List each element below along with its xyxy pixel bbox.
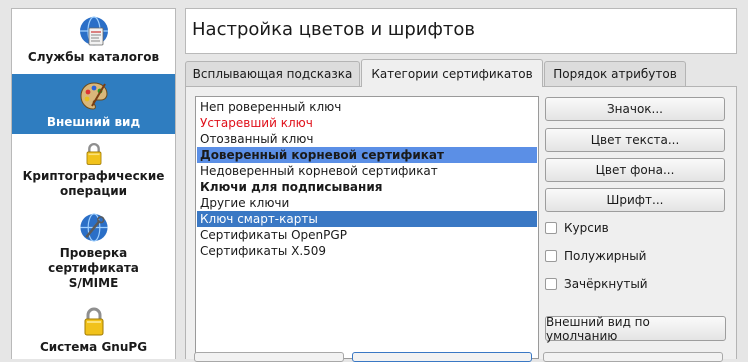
sidebar-item-label: Система GnuPG [39,340,148,354]
list-item[interactable]: Ключ смарт-карты [197,211,537,227]
tab-label: Категории сертификатов [371,66,533,81]
list-item[interactable]: Другие ключи [197,195,537,211]
certificate-check-icon [79,213,108,242]
palette-icon [79,82,108,110]
button-label: Цвет фона... [595,163,675,177]
category-list[interactable]: Неп роверенный ключ Устаревший ключ Отоз… [195,96,539,359]
lock-icon [86,143,101,165]
list-item[interactable]: Отозванный ключ [197,131,537,147]
list-item[interactable]: Неп роверенный ключ [197,99,537,115]
tab-label: Порядок атрибутов [553,67,677,81]
checkbox-label: Курсив [564,221,609,235]
button-label: Шрифт... [606,193,664,207]
checkbox-box[interactable] [545,250,557,262]
tab-certificate-categories[interactable]: Категории сертификатов [361,59,543,87]
page-title: Настройка цветов и шрифтов [192,19,475,40]
list-item[interactable]: Устаревший ключ [197,115,537,131]
bottom-button-stub[interactable] [194,352,344,362]
bold-checkbox[interactable]: Полужирный [545,248,646,264]
sidebar-item-label: Внешний вид [46,115,141,129]
sidebar: Службы каталогов Внешний вид Криптографи… [11,8,176,359]
sidebar-item-smime-check[interactable]: Проверка сертификата S/MIME [12,206,175,291]
bottom-button-stub[interactable] [543,352,723,362]
sidebar-item-gnupg[interactable]: Система GnuPG [12,299,175,359]
bottom-button-stub[interactable] [352,352,532,362]
tab-tooltip[interactable]: Всплывающая подсказка [185,61,360,86]
tab-label: Всплывающая подсказка [192,67,353,81]
checkbox-box[interactable] [545,278,557,290]
sidebar-item-crypto[interactable]: Криптографические операции [12,135,175,199]
list-item[interactable]: Недоверенный корневой сертификат [197,163,537,179]
list-item[interactable]: Сертификаты OpenPGP [197,227,537,243]
button-label: Внешний вид по умолчанию [546,314,650,343]
strikethrough-checkbox[interactable]: Зачёркнутый [545,276,648,292]
sidebar-item-label: Службы каталогов [27,50,160,64]
sidebar-item-appearance[interactable]: Внешний вид [12,74,175,134]
sidebar-item-directory-services[interactable]: Службы каталогов [12,9,175,71]
background-color-button[interactable]: Цвет фона... [545,158,725,182]
italic-checkbox[interactable]: Курсив [545,220,609,236]
sidebar-item-label: Криптографические операции [22,169,165,198]
button-label: Значок... [606,102,663,116]
button-label: Цвет текста... [590,133,680,147]
default-appearance-button[interactable]: Внешний вид по умолчанию [545,314,726,343]
sidebar-item-label: Проверка сертификата S/MIME [48,246,139,290]
list-item[interactable]: Сертификаты X.509 [197,243,537,259]
checkbox-label: Зачёркнутый [564,277,648,291]
list-item[interactable]: Ключи для подписывания [197,179,537,195]
icon-button[interactable]: Значок... [545,97,725,121]
page-header: Настройка цветов и шрифтов [185,8,737,54]
list-item[interactable]: Доверенный корневой сертификат [197,147,537,163]
directory-services-icon [79,16,108,46]
checkbox-label: Полужирный [564,249,647,263]
font-button[interactable]: Шрифт... [545,188,725,212]
tab-attribute-order[interactable]: Порядок атрибутов [544,61,686,86]
lock-icon [84,307,103,336]
checkbox-box[interactable] [545,222,557,234]
text-color-button[interactable]: Цвет текста... [545,128,725,152]
